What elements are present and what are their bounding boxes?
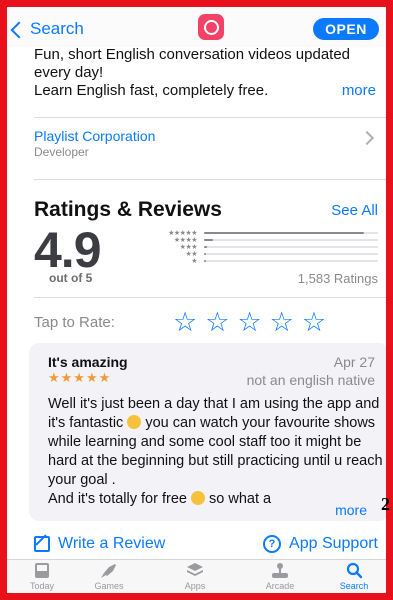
page-number: 2 bbox=[381, 494, 390, 514]
rate-star-3-icon[interactable]: ☆ bbox=[237, 309, 261, 336]
open-button[interactable]: OPEN bbox=[313, 18, 379, 40]
write-review-button[interactable]: Write a Review bbox=[34, 535, 165, 553]
review-date: Apr 27 bbox=[333, 354, 375, 370]
out-of-label: out of 5 bbox=[49, 271, 93, 285]
tab-label: Games bbox=[94, 581, 124, 591]
five-star-label: ★★★★★ bbox=[168, 230, 197, 237]
today-icon bbox=[35, 563, 49, 578]
ratings-count: 1,583 Ratings bbox=[297, 271, 378, 286]
rate-star-5-icon[interactable]: ☆ bbox=[302, 309, 326, 336]
question-circle-icon: ? bbox=[263, 535, 282, 553]
rate-star-1-icon[interactable]: ☆ bbox=[173, 309, 197, 336]
rating-bar-fill bbox=[204, 260, 206, 262]
tab-label: Search bbox=[339, 581, 369, 591]
tab-bar: Today Games Apps Arcade Search bbox=[7, 559, 386, 593]
compose-icon bbox=[34, 536, 50, 552]
rate-star-4-icon[interactable]: ☆ bbox=[270, 309, 294, 336]
one-star-label: ★ bbox=[191, 258, 197, 265]
star-level-labels: ★★★★★ ★★★★ ★★★ ★★ ★ bbox=[155, 230, 197, 265]
tab-search[interactable]: Search bbox=[324, 562, 384, 591]
nav-bar: Search OPEN bbox=[7, 7, 386, 47]
rating-bar-2-star bbox=[204, 253, 378, 255]
apps-stack-icon bbox=[187, 563, 203, 576]
average-rating: 4.9 bbox=[34, 222, 102, 278]
tab-label: Arcade bbox=[265, 581, 295, 591]
chevron-left-icon bbox=[10, 21, 28, 38]
back-button[interactable]: Search bbox=[10, 19, 84, 39]
chevron-right-icon bbox=[359, 130, 375, 146]
description-line: Fun, short English conversation videos u… bbox=[34, 46, 351, 63]
review-text: And it's totally for free bbox=[48, 491, 187, 507]
review-title: It's amazing bbox=[48, 354, 128, 370]
rate-star-2-icon[interactable]: ☆ bbox=[205, 309, 229, 336]
tab-arcade[interactable]: Arcade bbox=[250, 562, 310, 591]
tab-today[interactable]: Today bbox=[12, 562, 72, 591]
rating-bar-3-star bbox=[204, 246, 378, 248]
app-icon bbox=[198, 14, 224, 40]
app-store-screen: Search OPEN Fun, short English conversat… bbox=[7, 7, 386, 593]
developer-role: Developer bbox=[34, 145, 89, 159]
smile-emoji-icon bbox=[127, 415, 142, 429]
four-star-label: ★★★★ bbox=[173, 237, 198, 244]
search-icon bbox=[346, 562, 363, 579]
review-body: Well it's just been a day that I am usin… bbox=[48, 395, 386, 509]
rating-bar-fill bbox=[204, 239, 213, 241]
review-stars: ★★★★★ bbox=[48, 370, 112, 385]
write-review-label: Write a Review bbox=[58, 535, 166, 552]
divider bbox=[34, 117, 386, 118]
description-line: Learn English fast, completely free. bbox=[34, 82, 269, 99]
rating-distribution-bars bbox=[204, 232, 378, 267]
review-text: so what a bbox=[209, 491, 272, 507]
tab-apps[interactable]: Apps bbox=[165, 562, 225, 591]
tab-label: Apps bbox=[184, 581, 206, 591]
app-support-label: App Support bbox=[289, 535, 378, 552]
rating-bar-5-star bbox=[204, 232, 378, 234]
rating-bar-1-star bbox=[204, 260, 378, 262]
rating-bar-fill bbox=[204, 232, 365, 234]
rating-bar-4-star bbox=[204, 239, 378, 241]
joystick-icon bbox=[272, 563, 288, 578]
divider bbox=[34, 179, 386, 180]
developer-name[interactable]: Playlist Corporation bbox=[34, 128, 155, 144]
review-card[interactable]: It's amazing Apr 27 ★★★★★ not an english… bbox=[29, 343, 386, 521]
review-author: not an english native bbox=[246, 372, 375, 388]
see-all-link[interactable]: See All bbox=[331, 202, 378, 219]
rating-bar-fill bbox=[204, 253, 206, 255]
rocket-icon bbox=[101, 564, 116, 578]
app-support-button[interactable]: ? App Support bbox=[263, 535, 378, 553]
review-more-link[interactable]: more bbox=[335, 502, 367, 518]
divider bbox=[34, 297, 386, 298]
app-description: Fun, short English conversation videos u… bbox=[34, 46, 379, 100]
two-star-label: ★★ bbox=[185, 251, 197, 258]
ratings-reviews-title: Ratings & Reviews bbox=[34, 198, 222, 221]
description-more-link[interactable]: more bbox=[342, 82, 376, 99]
back-label: Search bbox=[30, 19, 84, 38]
three-star-label: ★★★ bbox=[179, 244, 198, 251]
tap-to-rate-stars: ☆ ☆ ☆ ☆ ☆ bbox=[173, 309, 326, 336]
rating-bar-fill bbox=[204, 246, 208, 248]
tap-to-rate-label: Tap to Rate: bbox=[34, 314, 115, 331]
tab-label: Today bbox=[29, 581, 55, 591]
tab-games[interactable]: Games bbox=[79, 562, 139, 591]
smile-emoji-icon bbox=[191, 491, 205, 505]
description-line: every day! bbox=[34, 64, 104, 81]
